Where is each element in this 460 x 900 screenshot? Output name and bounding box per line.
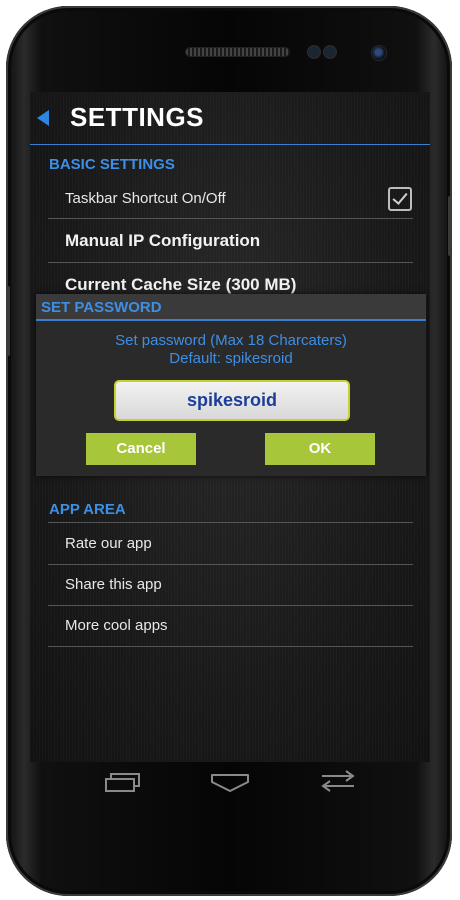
dialog-title-bar: SET PASSWORD [36, 294, 426, 321]
list-item-manual-ip[interactable]: Manual IP Configuration [48, 219, 413, 263]
navigation-bar [30, 762, 430, 804]
home-icon[interactable] [210, 770, 250, 794]
app-screen: SETTINGS BASIC SETTINGS Taskbar Shortcut… [30, 92, 430, 762]
power-button [448, 196, 452, 256]
title-bar: SETTINGS [30, 92, 430, 145]
volume-button [6, 286, 10, 356]
checkbox-checked-icon[interactable] [388, 187, 412, 211]
light-sensor [324, 46, 336, 58]
password-input[interactable] [114, 380, 350, 421]
earpiece-grille [186, 48, 289, 56]
cancel-button[interactable]: Cancel [86, 433, 196, 465]
section-header-basic-settings: BASIC SETTINGS [49, 156, 175, 173]
recent-apps-icon[interactable] [102, 770, 142, 794]
list-item-label: Taskbar Shortcut On/Off [65, 190, 226, 207]
section-header-app-area: APP AREA [49, 501, 126, 518]
list-item-share-app[interactable]: Share this app [48, 564, 413, 606]
list-item-label: Current Cache Size (300 MB) [65, 275, 297, 294]
ok-button[interactable]: OK [265, 433, 375, 465]
page-title: SETTINGS [70, 102, 205, 132]
list-item-label: Manual IP Configuration [65, 231, 261, 250]
front-camera [372, 46, 386, 60]
dialog-message: Set password (Max 18 Charcaters) [115, 332, 347, 349]
proximity-sensor [308, 46, 320, 58]
set-password-dialog: SET PASSWORD Set password (Max 18 Charca… [36, 294, 426, 476]
list-item-label: More cool apps [65, 617, 168, 634]
back-arrow-icon[interactable] [37, 110, 49, 126]
dialog-default-hint: Default: spikesroid [169, 350, 293, 367]
dialog-title: SET PASSWORD [41, 299, 162, 316]
list-item-label: Share this app [65, 576, 162, 593]
list-item-taskbar-shortcut[interactable]: Taskbar Shortcut On/Off [48, 176, 413, 219]
list-item-label: Rate our app [65, 535, 152, 552]
list-item-more-apps[interactable]: More cool apps [48, 606, 413, 647]
back-icon[interactable] [318, 770, 358, 794]
list-item-rate-app[interactable]: Rate our app [48, 522, 413, 565]
